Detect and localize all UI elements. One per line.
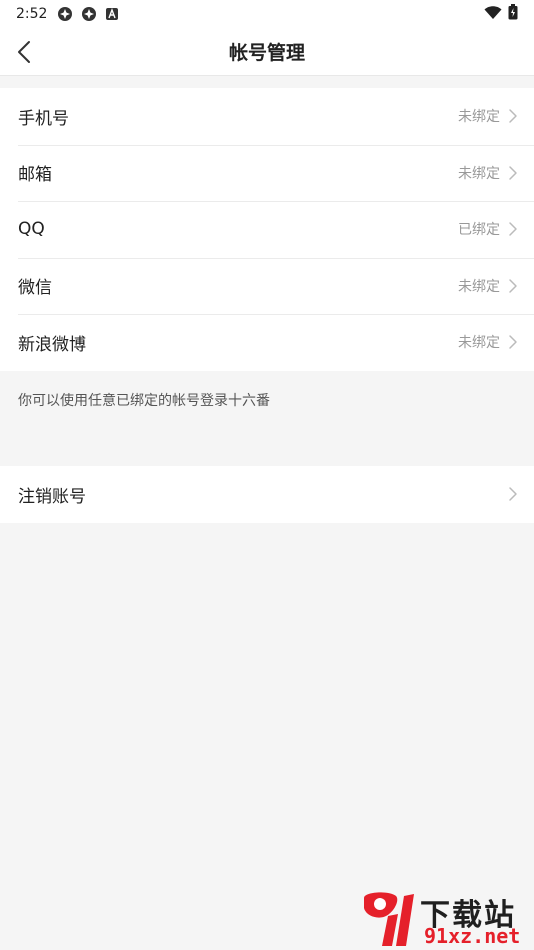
binding-status: 未绑定 <box>458 165 500 182</box>
binding-status: 未绑定 <box>458 109 500 126</box>
chevron-right-icon <box>509 487 517 501</box>
status-right <box>484 4 518 24</box>
item-label: 注销账号 <box>18 486 86 507</box>
nav-bar: 帐号管理 <box>0 28 534 76</box>
binding-status: 已绑定 <box>458 222 500 239</box>
list-item-phone[interactable]: 手机号 未绑定 <box>0 88 534 145</box>
status-time: 2:52 <box>16 6 48 22</box>
item-label: QQ <box>18 219 45 240</box>
login-hint: 你可以使用任意已绑定的帐号登录十六番 <box>18 393 270 409</box>
item-label: 新浪微博 <box>18 334 86 355</box>
binding-status: 未绑定 <box>458 278 500 295</box>
watermark: 下载站 91xz.net <box>358 890 530 948</box>
account-binding-list: 手机号 未绑定 邮箱 未绑定 QQ 已绑定 微信 未绑定 新浪微博 未绑定 <box>0 88 534 371</box>
chevron-right-icon <box>509 109 517 123</box>
page-title: 帐号管理 <box>228 42 305 64</box>
watermark-logo-icon <box>364 892 414 946</box>
app-notification-icon <box>81 6 97 22</box>
watermark-url: 91xz.net <box>424 924 521 948</box>
chevron-left-icon <box>18 41 30 63</box>
screen: 2:52 帐号管理 手机号 未绑定 邮箱 未绑定 QQ 已绑定 微信 未绑定 新… <box>0 0 534 950</box>
status-bar: 2:52 <box>0 0 534 28</box>
cancel-account-button[interactable]: 注销账号 <box>0 466 534 523</box>
list-item-weibo[interactable]: 新浪微博 未绑定 <box>0 314 534 371</box>
chevron-right-icon <box>509 222 517 236</box>
keyboard-a-icon <box>105 6 121 22</box>
chevron-right-icon <box>509 335 517 349</box>
item-label: 微信 <box>18 278 52 299</box>
list-item-email[interactable]: 邮箱 未绑定 <box>0 144 534 202</box>
wifi-icon <box>484 5 502 24</box>
chevron-right-icon <box>509 279 517 293</box>
battery-icon <box>508 4 518 24</box>
item-label: 邮箱 <box>18 165 52 186</box>
chevron-right-icon <box>509 166 517 180</box>
back-button[interactable] <box>8 36 40 68</box>
binding-status: 未绑定 <box>458 335 500 352</box>
cancel-account-group: 注销账号 <box>0 466 534 523</box>
item-label: 手机号 <box>18 108 69 129</box>
app-notification-icon <box>57 6 73 22</box>
list-item-wechat[interactable]: 微信 未绑定 <box>0 257 534 315</box>
list-item-qq[interactable]: QQ 已绑定 <box>0 201 534 258</box>
